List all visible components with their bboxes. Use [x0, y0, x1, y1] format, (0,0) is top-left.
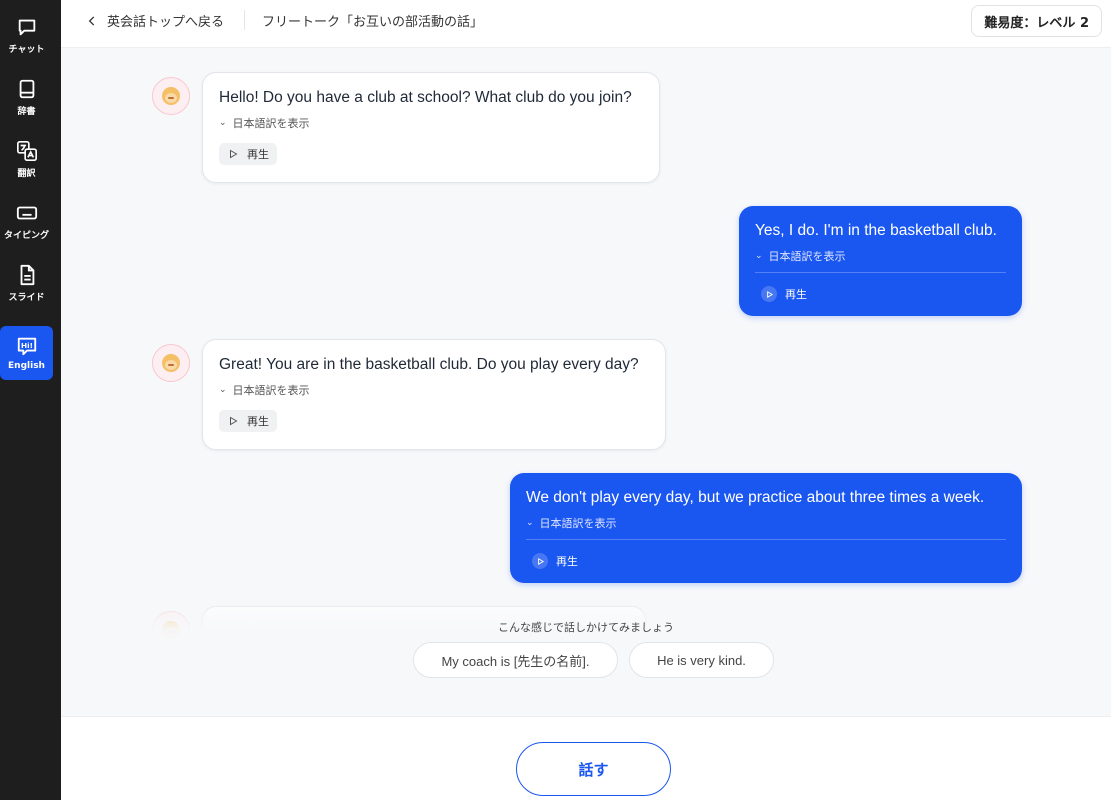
divider [526, 539, 1006, 540]
document-icon [20, 264, 34, 285]
play-button[interactable]: 再生 [219, 143, 277, 165]
show-translation-toggle[interactable]: ⌄ 日本語訳を表示 [219, 115, 643, 131]
play-icon [230, 149, 238, 159]
sidebar-item-slides[interactable]: スライド [0, 256, 53, 310]
translation-label: 日本語訳を表示 [768, 250, 846, 263]
translation-label: 日本語訳を表示 [539, 517, 617, 530]
chevron-down-icon: ⌄ [219, 118, 227, 128]
play-label: 再生 [247, 415, 269, 428]
show-translation-toggle[interactable]: ⌄ 日本語訳を表示 [755, 248, 1006, 264]
sidebar-item-label: 辞書 [17, 106, 36, 117]
back-label: 英会話トップへ戻る [107, 15, 225, 30]
avatar [152, 344, 190, 382]
sidebar-item-chat[interactable]: チャット [0, 8, 53, 62]
sidebar-item-dictionary[interactable]: 辞書 [0, 70, 53, 124]
footer: 話す [61, 716, 1111, 800]
hi-speech-icon: Hi! [17, 337, 36, 356]
translation-label: 日本語訳を表示 [232, 117, 310, 130]
page-title: フリートーク「お互いの部活動の話」 [262, 15, 484, 30]
sidebar: チャット 辞書 翻訳 タイピング スライド Hi! English [0, 0, 61, 800]
play-icon [532, 553, 548, 569]
play-label: 再生 [247, 148, 269, 161]
play-icon [761, 286, 777, 302]
sidebar-item-label: English [8, 361, 45, 371]
translation-label: 日本語訳を表示 [232, 384, 310, 397]
play-label: 再生 [556, 555, 578, 568]
user-avatar-icon [162, 354, 180, 372]
chat-message: We don't play every day, but we practice… [510, 473, 1022, 583]
keyboard-icon [16, 206, 37, 219]
play-label: 再生 [785, 288, 807, 301]
chat-message: Yes, I do. I'm in the basketball club. ⌄… [739, 206, 1022, 316]
suggestion-chip[interactable]: He is very kind. [629, 642, 774, 678]
message-text: Yes, I do. I'm in the basketball club. [755, 222, 997, 239]
translate-icon [16, 140, 37, 161]
sidebar-item-typing[interactable]: タイピング [0, 194, 53, 248]
suggestion-hint: こんな感じで話しかけてみましょう [498, 621, 674, 634]
svg-text:Hi!: Hi! [21, 341, 33, 350]
chevron-down-icon: ⌄ [526, 518, 534, 528]
user-avatar-icon [162, 87, 180, 105]
suggestion-chip[interactable]: My coach is [先生の名前]. [413, 642, 618, 678]
message-text: We don't play every day, but we practice… [526, 489, 985, 506]
sidebar-item-label: チャット [8, 44, 45, 55]
play-button[interactable]: 再生 [219, 410, 277, 432]
sidebar-item-label: タイピング [3, 230, 49, 241]
sidebar-item-label: スライド [8, 292, 45, 303]
chevron-down-icon: ⌄ [755, 251, 763, 261]
message-text: Hello! Do you have a club at school? Wha… [219, 89, 632, 106]
speak-button[interactable]: 話す [516, 742, 671, 796]
divider [755, 272, 1006, 273]
back-link[interactable]: 英会話トップへ戻る [85, 11, 224, 30]
show-translation-toggle[interactable]: ⌄ 日本語訳を表示 [526, 515, 1006, 531]
sidebar-item-translate[interactable]: 翻訳 [0, 132, 53, 186]
book-icon [19, 79, 34, 98]
level-badge[interactable]: 難易度：レベル 2 [971, 5, 1102, 37]
sidebar-item-label: 翻訳 [17, 168, 36, 179]
header-divider [244, 10, 245, 30]
message-text: Great! You are in the basketball club. D… [219, 356, 639, 373]
play-icon [230, 416, 238, 426]
chevron-down-icon: ⌄ [219, 385, 227, 395]
show-translation-toggle[interactable]: ⌄ 日本語訳を表示 [219, 382, 649, 398]
play-button[interactable]: 再生 [755, 283, 815, 305]
avatar [152, 77, 190, 115]
chat-message: Great! You are in the basketball club. D… [202, 339, 666, 450]
play-button[interactable]: 再生 [526, 550, 586, 572]
header: 英会話トップへ戻る フリートーク「お互いの部活動の話」 難易度：レベル 2 [61, 0, 1111, 48]
chat-message: Hello! Do you have a club at school? Wha… [202, 72, 660, 183]
chat-icon [18, 19, 35, 35]
chevron-left-icon [88, 15, 95, 26]
sidebar-item-english[interactable]: Hi! English [0, 326, 53, 380]
